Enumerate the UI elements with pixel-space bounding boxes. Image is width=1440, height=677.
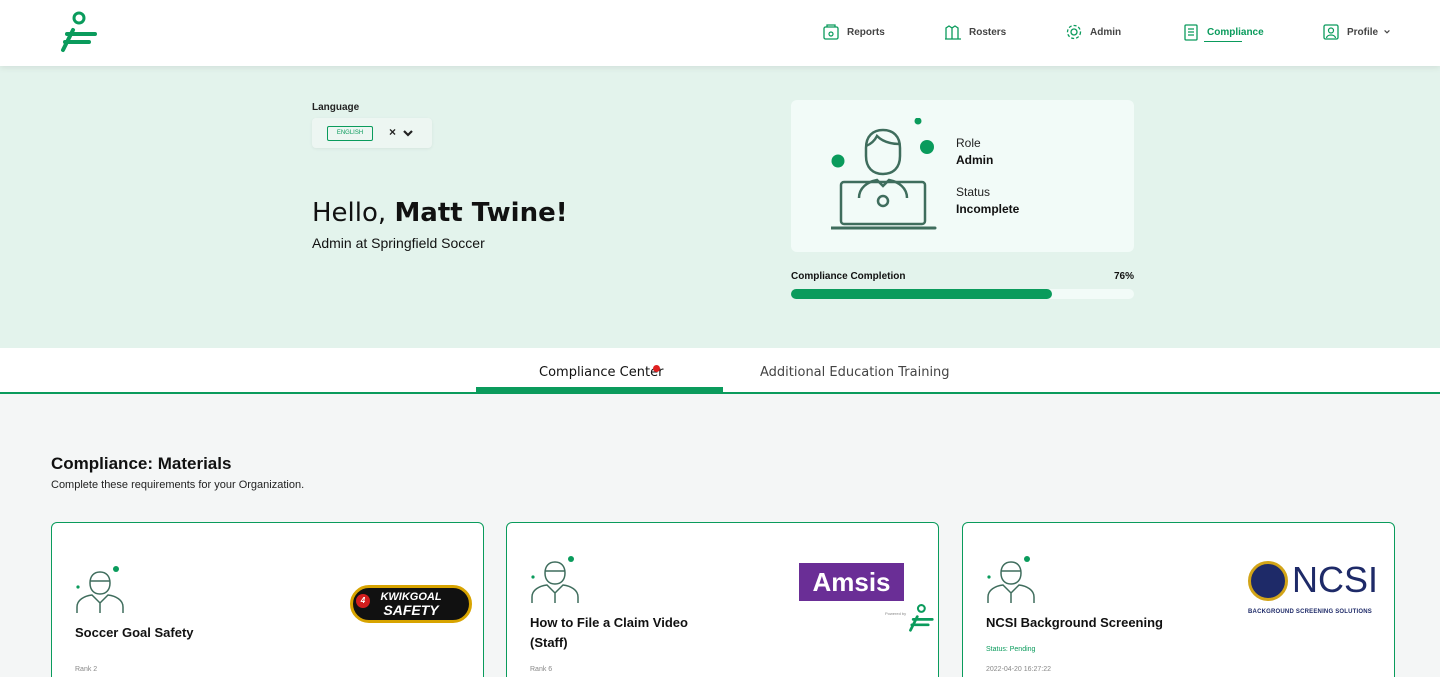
language-label: Language <box>312 102 360 113</box>
nav-rosters[interactable]: Rosters <box>944 22 1006 42</box>
role-label: Role <box>956 136 981 150</box>
chevron-down-icon[interactable] <box>402 127 414 139</box>
chevron-down-icon <box>1384 29 1390 34</box>
role-value: Admin <box>956 153 994 167</box>
app-logo[interactable] <box>55 10 99 54</box>
coach-icon <box>987 556 1035 603</box>
card-title: How to File a Claim Video (Staff) <box>530 613 688 653</box>
reports-icon <box>823 24 839 40</box>
app-logo-small <box>909 604 934 632</box>
active-tab-indicator <box>476 387 723 392</box>
nav-reports[interactable]: Reports <box>822 22 885 42</box>
gear-icon <box>1066 24 1082 40</box>
hero-section <box>0 66 1440 348</box>
compliance-progress-percent: 76% <box>1114 271 1135 282</box>
ncsi-seal-icon <box>1248 561 1288 601</box>
card-rank: Rank 2 <box>75 666 98 673</box>
greeting-name: Matt Twine! <box>394 198 568 228</box>
coach-icon <box>76 566 124 613</box>
material-card-claim-video[interactable]: How to File a Claim Video (Staff) Rank 6… <box>506 522 939 677</box>
amsis-logo: Amsis <box>799 563 904 601</box>
nav-admin-label: Admin <box>1090 26 1122 38</box>
materials-subtitle: Complete these requirements for your Org… <box>51 479 305 491</box>
language-chip: ENGLISH <box>327 126 373 141</box>
nav-rosters-label: Rosters <box>969 26 1007 38</box>
language-select[interactable]: ENGLISH × <box>312 118 432 148</box>
user-at-laptop-icon <box>831 118 937 230</box>
notification-dot <box>653 365 660 372</box>
card-rank: Rank 6 <box>530 666 553 673</box>
nav-reports-label: Reports <box>847 26 885 38</box>
compliance-progress-label: Compliance Completion <box>791 271 906 282</box>
nav-profile[interactable]: Profile <box>1322 22 1391 42</box>
card-title-line1: How to File a Claim Video <box>530 615 688 630</box>
card-title-line2: (Staff) <box>530 635 568 650</box>
kwikgoal-badge: 4 <box>356 594 370 608</box>
nav-compliance[interactable]: Compliance <box>1182 22 1264 42</box>
compliance-progress-fill <box>791 289 1052 299</box>
powered-by-label: Powered by <box>885 611 907 616</box>
language-clear-button[interactable]: × <box>389 125 396 139</box>
compliance-progress-bar <box>791 289 1134 299</box>
ncsi-wordmark: NCSI <box>1292 559 1379 600</box>
status-value: Incomplete <box>956 202 1020 216</box>
profile-icon <box>1323 24 1339 40</box>
card-title: NCSI Background Screening <box>986 615 1163 630</box>
nav-admin[interactable]: Admin <box>1065 22 1121 42</box>
status-label: Status <box>956 185 991 199</box>
material-card-soccer-goal-safety[interactable]: Soccer Goal Safety Rank 2 4 KWIKGOAL SAF… <box>51 522 484 677</box>
ncsi-logo: NCSI BACKGROUND SCREENING SOLUTIONS <box>1248 559 1393 621</box>
top-navigation-bar: Reports Rosters Admin Compliance Profile <box>0 0 1440 66</box>
nav-profile-label: Profile <box>1347 26 1379 38</box>
coach-icon <box>531 556 579 603</box>
nav-active-indicator <box>1204 41 1242 42</box>
tab-compliance-center[interactable]: Compliance Center <box>539 365 663 380</box>
card-status: Status: Pending <box>986 646 1036 653</box>
kwikgoal-line2: SAFETY <box>383 602 439 618</box>
clipboard-icon <box>1184 24 1198 41</box>
nav-compliance-label: Compliance <box>1207 26 1264 38</box>
greeting-heading: Hello, Matt Twine! <box>312 198 568 228</box>
greeting-subtitle: Admin at Springfield Soccer <box>312 235 485 251</box>
rosters-icon <box>945 25 961 40</box>
card-date: 2022-04-20 16:27:22 <box>986 666 1051 673</box>
material-card-ncsi-background[interactable]: NCSI Background Screening Status: Pendin… <box>962 522 1395 677</box>
tab-additional-education[interactable]: Additional Education Training <box>760 365 950 380</box>
ncsi-tagline: BACKGROUND SCREENING SOLUTIONS <box>1248 609 1373 615</box>
role-status-card: Role Admin Status Incomplete <box>791 100 1134 252</box>
greeting-hello: Hello, <box>312 198 395 228</box>
materials-title: Compliance: Materials <box>51 454 232 473</box>
kwikgoal-safety-logo: 4 KWIKGOAL SAFETY <box>350 585 472 623</box>
card-title: Soccer Goal Safety <box>75 625 194 640</box>
